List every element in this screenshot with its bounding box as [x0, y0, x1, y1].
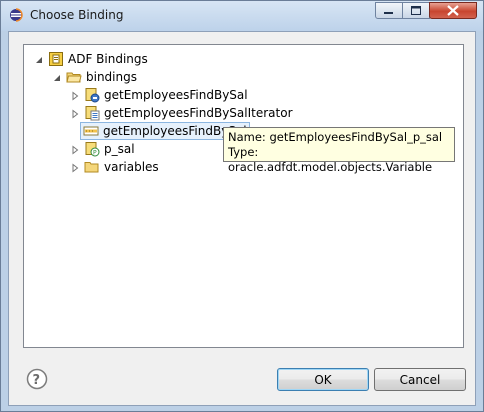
folder-icon — [66, 69, 82, 85]
tooltip-type-line: Type: oracle.adfdt.model.objects.Variabl… — [228, 145, 433, 174]
minimize-icon — [384, 12, 393, 14]
expand-arrow-icon[interactable] — [70, 90, 80, 101]
ok-button[interactable]: OK — [277, 368, 369, 391]
maximize-button[interactable] — [402, 2, 430, 19]
title-bar[interactable]: Choose Binding — [1, 1, 483, 31]
tree-node-p-sal[interactable]: P p_sal — [70, 140, 135, 158]
binding-icon — [84, 87, 100, 103]
folder-icon — [84, 159, 100, 175]
adf-bindings-icon — [48, 51, 64, 67]
svg-text:P: P — [93, 150, 97, 157]
tree-node-variables[interactable]: variables — [70, 158, 159, 176]
variable-icon — [83, 123, 99, 139]
maximize-icon — [411, 6, 421, 15]
tree-node-adf-bindings[interactable]: ADF Bindings — [34, 50, 148, 68]
collapse-arrow-icon[interactable] — [34, 54, 44, 64]
tree-node-label: getEmployeesFindBySalIterator — [104, 106, 293, 120]
iterator-icon — [84, 105, 100, 121]
svg-text:?: ? — [33, 373, 41, 388]
cancel-button[interactable]: Cancel — [374, 368, 466, 391]
tooltip: Name: getEmployeesFindBySal_p_sal Type: … — [223, 127, 455, 174]
collapse-arrow-icon[interactable] — [52, 72, 62, 82]
expand-arrow-icon[interactable] — [70, 108, 80, 119]
minimize-button[interactable] — [375, 2, 403, 19]
help-icon[interactable]: ? — [26, 368, 48, 390]
tree-node-label: bindings — [86, 70, 137, 84]
expand-arrow-icon[interactable] — [70, 144, 80, 155]
tree-node-label: ADF Bindings — [68, 52, 148, 66]
parameter-icon: P — [84, 141, 100, 157]
binding-tree[interactable]: ADF Bindings bindings getEmployeesFindBy… — [23, 44, 464, 348]
tree-node-label: variables — [104, 160, 159, 174]
tree-node-iterator[interactable]: getEmployeesFindBySalIterator — [70, 104, 293, 122]
window-title: Choose Binding — [30, 8, 124, 22]
tree-node-bindings-folder[interactable]: bindings — [52, 68, 137, 86]
eclipse-app-icon — [9, 8, 23, 22]
cancel-button-label: Cancel — [399, 372, 441, 387]
expand-arrow-icon[interactable] — [70, 162, 80, 173]
close-icon — [447, 5, 459, 16]
ok-button-label: OK — [314, 372, 332, 387]
tree-node-label: getEmployeesFindBySal — [104, 88, 248, 102]
tooltip-name-line: Name: getEmployeesFindBySal_p_sal — [228, 130, 443, 144]
tree-node-label: p_sal — [104, 142, 135, 156]
close-button[interactable] — [429, 2, 477, 19]
tree-node-binding[interactable]: getEmployeesFindBySal — [70, 86, 248, 104]
dialog-client-area: ADF Bindings bindings getEmployeesFindBy… — [8, 31, 476, 406]
dialog-window: Choose Binding ADF Bindings bindings get… — [0, 0, 484, 412]
